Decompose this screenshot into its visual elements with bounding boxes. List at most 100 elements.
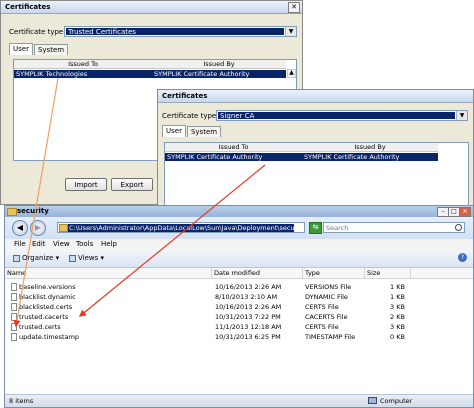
file-name: blacklist.dynamic: [19, 293, 76, 301]
menu-view[interactable]: View: [53, 239, 70, 250]
file-date: 10/31/2013 6:25 PM: [215, 333, 281, 341]
file-icon: [11, 333, 17, 341]
cert-row-issued-to[interactable]: SYMPLIK Technologies: [14, 70, 152, 78]
search-icon[interactable]: [455, 224, 462, 231]
file-date: 10/16/2013 2:26 AM: [215, 303, 282, 311]
explorer-title-text: security: [17, 207, 49, 215]
menu-tools[interactable]: Tools: [76, 239, 93, 250]
address-path: C:\Users\Administrator\AppData\LocalLow\…: [68, 224, 294, 232]
file-row[interactable]: trusted.cacerts 10/31/2013 7:22 PM CACER…: [5, 312, 425, 322]
file-name: baseline.versions: [19, 283, 76, 291]
list-scroll-up-icon[interactable]: ▲: [287, 69, 296, 78]
close-icon[interactable]: ✕: [288, 2, 300, 13]
explorer-window: security – □ ✕ ◀ ▶ C:\Users\Administrato…: [4, 205, 474, 408]
file-row[interactable]: baseline.versions 10/16/2013 2:26 AM VER…: [5, 282, 425, 292]
certificate-type-label: Certificate type:: [9, 28, 66, 36]
file-icon: [11, 313, 17, 321]
views-icon: [69, 254, 76, 262]
certificate-type-select[interactable]: Signer CA ▼: [216, 110, 468, 121]
window-title: Certificates: [1, 1, 302, 14]
file-size: 0 KB: [390, 333, 405, 341]
file-icon: [11, 293, 17, 301]
export-button[interactable]: Export: [111, 178, 153, 191]
file-row[interactable]: blacklist.dynamic 8/10/2013 2:10 AM DYNA…: [5, 292, 425, 302]
certificate-list[interactable]: Issued To Issued By SYMPLIK Certificate …: [164, 142, 469, 206]
file-row[interactable]: update.timestamp 10/31/2013 6:25 PM TIME…: [5, 332, 425, 342]
back-icon[interactable]: ◀: [12, 220, 28, 236]
menu-help[interactable]: Help: [101, 239, 117, 250]
tab-strip: User System: [9, 43, 69, 55]
chevron-down-icon[interactable]: ▼: [285, 27, 296, 36]
certificate-type-value: Trusted Certificates: [66, 28, 284, 35]
tab-user[interactable]: User: [9, 43, 33, 55]
file-date: 10/31/2013 7:22 PM: [215, 313, 281, 321]
forward-icon[interactable]: ▶: [30, 220, 46, 236]
window-title: Certificates: [158, 90, 473, 103]
file-icon: [11, 323, 17, 331]
file-name: trusted.cacerts: [19, 313, 69, 321]
cert-row-issued-by[interactable]: SYMPLIK Certificate Authority: [152, 70, 286, 78]
menu-edit[interactable]: Edit: [32, 239, 46, 250]
file-type: CERTS File: [305, 323, 339, 331]
cert-row-issued-by[interactable]: SYMPLIK Certificate Authority: [302, 153, 438, 161]
column-header-type[interactable]: Type: [303, 268, 365, 278]
search-box[interactable]: [323, 222, 465, 233]
address-input[interactable]: C:\Users\Administrator\AppData\LocalLow\…: [57, 222, 305, 233]
status-item-count: 8 items: [9, 397, 34, 405]
tab-system[interactable]: System: [186, 126, 222, 137]
file-name: trusted.certs: [19, 323, 61, 331]
column-header-issued-by[interactable]: Issued By: [302, 143, 438, 152]
file-type: DYNAMIC File: [305, 293, 348, 301]
file-type: TIMESTAMP File: [305, 333, 356, 341]
address-bar-area: ◀ ▶ C:\Users\Administrator\AppData\Local…: [5, 217, 473, 239]
file-row[interactable]: trusted.certs 11/1/2013 12:18 AM CERTS F…: [5, 322, 425, 332]
status-location: Computer: [380, 397, 413, 405]
column-header-issued-to[interactable]: Issued To: [14, 60, 153, 69]
certificate-type-select[interactable]: Trusted Certificates ▼: [64, 26, 297, 37]
folder-icon: [7, 208, 17, 216]
command-bar: Organize ▾ Views ▾ ?: [5, 250, 473, 268]
file-date: 8/10/2013 2:10 AM: [215, 293, 278, 301]
tab-system[interactable]: System: [33, 44, 69, 55]
column-header-size[interactable]: Size: [365, 268, 411, 278]
file-type: CACERTS File: [305, 313, 348, 321]
chevron-down-icon[interactable]: ▼: [456, 111, 467, 120]
explorer-title: security: [5, 206, 473, 217]
certificate-type-value: Signer CA: [218, 112, 455, 119]
refresh-icon[interactable]: ⇆: [309, 222, 322, 234]
close-icon[interactable]: ✕: [459, 207, 471, 217]
search-input[interactable]: [326, 223, 446, 232]
organize-label: Organize: [22, 254, 54, 262]
column-header-issued-to[interactable]: Issued To: [165, 143, 303, 152]
computer-icon: [368, 397, 377, 404]
organize-button[interactable]: Organize ▾: [13, 253, 59, 263]
tab-user[interactable]: User: [162, 125, 186, 137]
column-header-name[interactable]: Name: [5, 268, 212, 278]
import-button[interactable]: Import: [65, 178, 107, 191]
menu-file[interactable]: File: [14, 239, 26, 250]
file-size: 3 KB: [390, 303, 405, 311]
help-icon[interactable]: ?: [458, 253, 467, 262]
file-type: CERTS File: [305, 303, 339, 311]
file-date: 11/1/2013 12:18 AM: [215, 323, 282, 331]
file-list-header: Name Date modified Type Size: [5, 268, 473, 279]
file-size: 1 KB: [390, 293, 405, 301]
folder-icon: [59, 224, 68, 232]
column-header-date[interactable]: Date modified: [212, 268, 303, 278]
file-icon: [11, 283, 17, 291]
file-type: VERSIONS File: [305, 283, 352, 291]
tab-strip: User System: [162, 125, 222, 137]
file-size: 3 KB: [390, 323, 405, 331]
certificates-window-signer: Certificates Certificate type: Signer CA…: [157, 89, 474, 209]
cert-row-issued-to[interactable]: SYMPLIK Certificate Authority: [165, 153, 302, 161]
file-size: 1 KB: [390, 283, 405, 291]
organize-icon: [13, 254, 20, 262]
column-header-issued-by[interactable]: Issued By: [152, 60, 286, 69]
file-size: 2 KB: [390, 313, 405, 321]
views-label: Views: [78, 254, 99, 262]
views-button[interactable]: Views ▾: [69, 253, 104, 263]
file-row[interactable]: blacklisted.certs 10/16/2013 2:26 AM CER…: [5, 302, 425, 312]
file-name: blacklisted.certs: [19, 303, 73, 311]
file-name: update.timestamp: [19, 333, 80, 341]
file-date: 10/16/2013 2:26 AM: [215, 283, 282, 291]
